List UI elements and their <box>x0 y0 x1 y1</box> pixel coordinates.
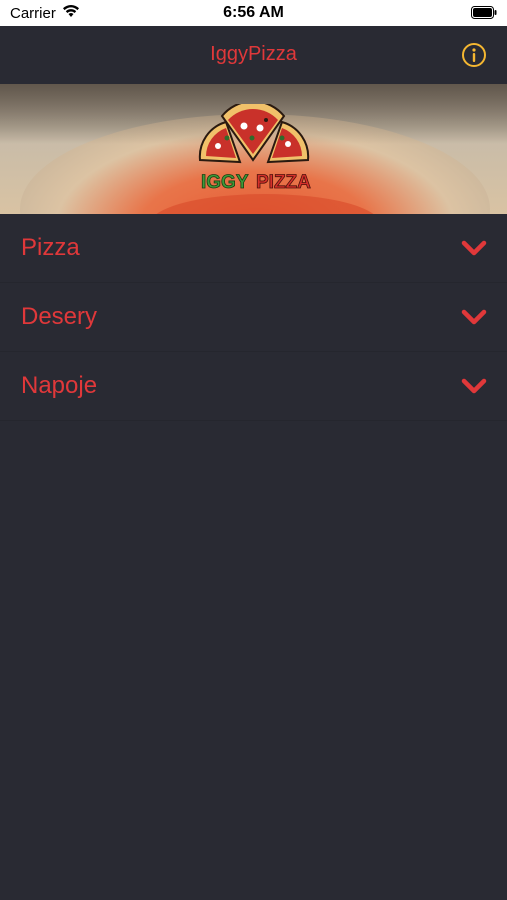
clock: 6:56 AM <box>223 4 284 21</box>
menu-item-label: Desery <box>21 303 98 330</box>
battery-icon <box>471 6 497 19</box>
svg-text:PIZZA: PIZZA <box>256 172 311 193</box>
info-circle-icon[interactable] <box>461 42 487 68</box>
navigation-bar: IggyPizza <box>0 26 507 84</box>
menu-item-napoje[interactable]: Napoje <box>0 352 507 421</box>
chevron-down-icon[interactable] <box>461 239 487 257</box>
svg-text:IGGY: IGGY <box>201 172 249 193</box>
status-bar: Carrier 6:56 AM <box>0 0 507 26</box>
menu-item-desery[interactable]: Desery <box>0 283 507 352</box>
menu-item-label: Pizza <box>21 234 80 261</box>
chevron-down-icon[interactable] <box>461 377 487 395</box>
iggy-pizza-logo: IGGY PIZZA <box>198 104 312 193</box>
menu-item-label: Napoje <box>21 372 98 399</box>
chevron-down-icon[interactable] <box>461 308 487 326</box>
page-title: IggyPizza <box>210 43 297 65</box>
menu-category-list: Pizza Desery Napoje <box>0 214 507 421</box>
menu-item-pizza[interactable]: Pizza <box>0 214 507 283</box>
